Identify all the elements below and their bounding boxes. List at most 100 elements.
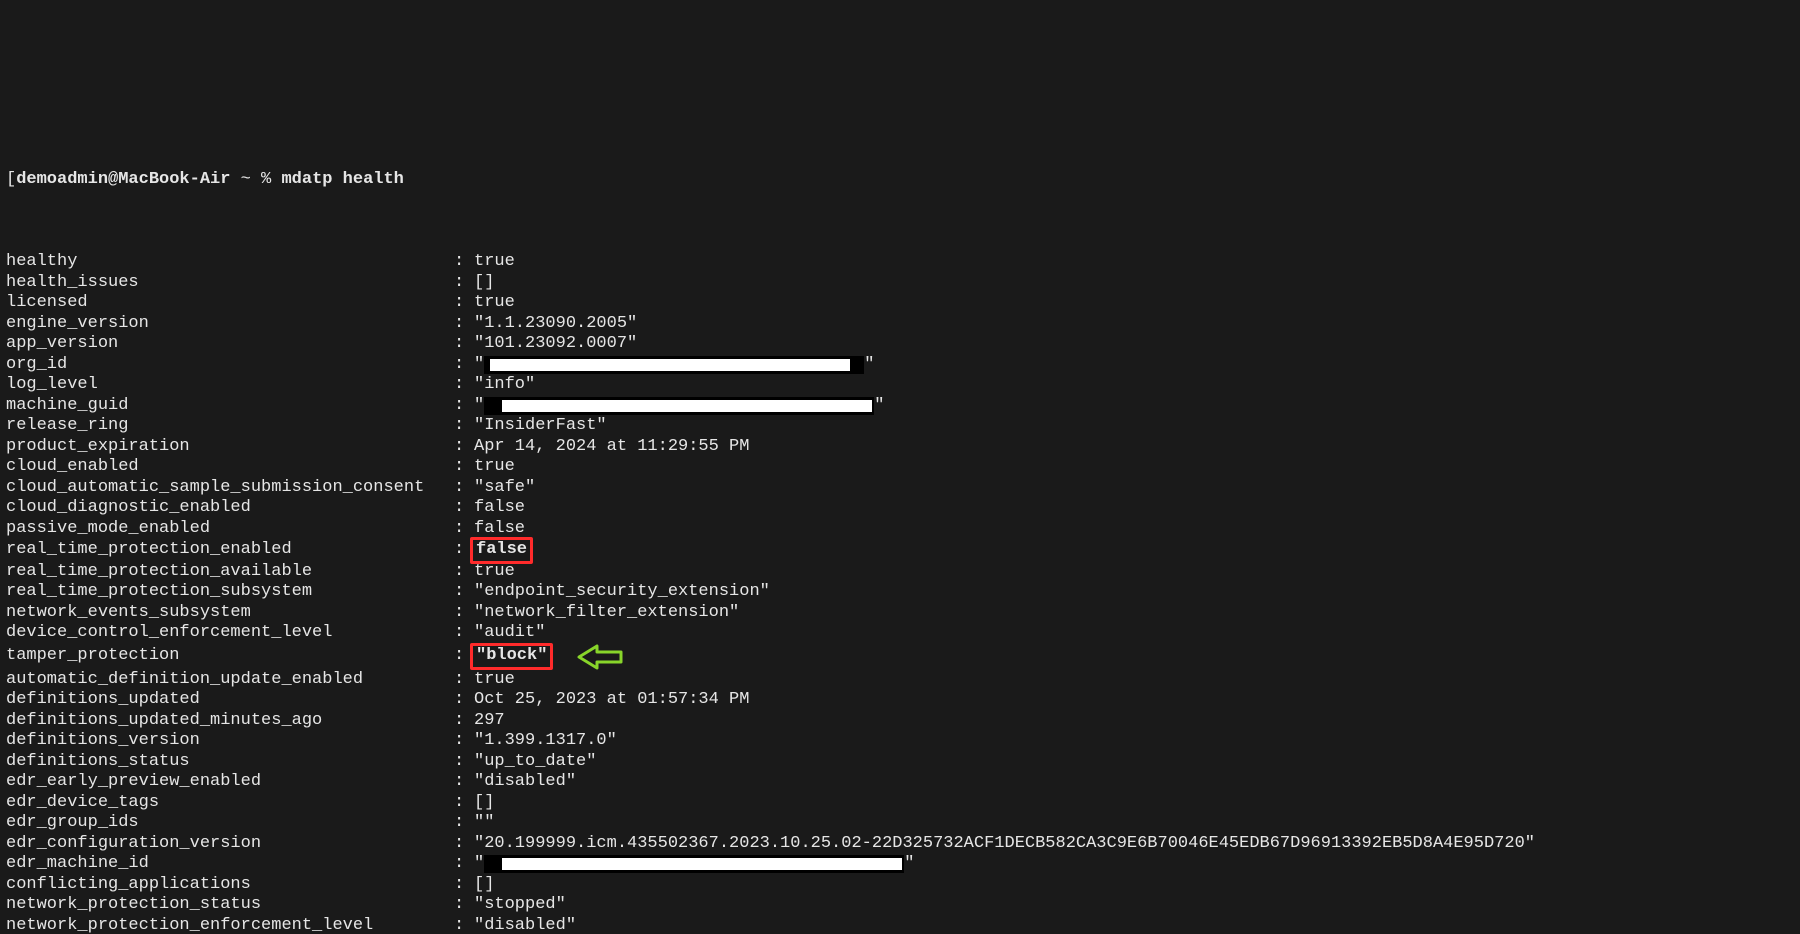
separator: : — [454, 252, 474, 273]
output-key: edr_group_ids — [6, 813, 454, 834]
output-row: org_id: "" — [6, 355, 1794, 376]
output-key: cloud_automatic_sample_submission_consen… — [6, 478, 454, 499]
output-row: tamper_protection: "block" — [6, 644, 1794, 670]
output-row: network_protection_status: "stopped" — [6, 895, 1794, 916]
output-key: definitions_status — [6, 752, 454, 773]
output-key: network_protection_enforcement_level — [6, 916, 454, 934]
output-row: machine_guid: "" — [6, 396, 1794, 417]
output-row: app_version: "101.23092.0007" — [6, 334, 1794, 355]
output-key: real_time_protection_enabled — [6, 540, 454, 561]
output-row: cloud_diagnostic_enabled: false — [6, 498, 1794, 519]
output-key: edr_machine_id — [6, 854, 454, 875]
output-row: automatic_definition_update_enabled: tru… — [6, 670, 1794, 691]
output-row: edr_configuration_version: "20.199999.ic… — [6, 834, 1794, 855]
output-rows: healthy: truehealth_issues: []licensed: … — [6, 252, 1794, 934]
output-key: release_ring — [6, 416, 454, 437]
output-value: true — [474, 252, 515, 273]
output-row: device_control_enforcement_level: "audit… — [6, 623, 1794, 644]
output-row: healthy: true — [6, 252, 1794, 273]
output-key: app_version — [6, 334, 454, 355]
quote-open: " — [474, 396, 484, 417]
output-value: Oct 25, 2023 at 01:57:34 PM — [474, 690, 749, 711]
separator: : — [454, 711, 474, 732]
output-key: tamper_protection — [6, 646, 454, 667]
redacted-bar — [502, 400, 872, 412]
output-row: passive_mode_enabled: false — [6, 519, 1794, 540]
output-value: "network_filter_extension" — [474, 603, 739, 624]
quote-open: " — [474, 355, 484, 376]
output-value: "endpoint_security_extension" — [474, 582, 770, 603]
output-value: [] — [474, 793, 494, 814]
output-key: machine_guid — [6, 396, 454, 417]
command-line: [demoadmin@MacBook-Air ~ % mdatp health — [6, 170, 1794, 191]
output-row: edr_group_ids: "" — [6, 813, 1794, 834]
output-row: health_issues: [] — [6, 273, 1794, 294]
output-row: definitions_updated_minutes_ago: 297 — [6, 711, 1794, 732]
output-row: edr_early_preview_enabled: "disabled" — [6, 772, 1794, 793]
separator: : — [454, 582, 474, 603]
separator: : — [454, 562, 474, 583]
output-key: definitions_version — [6, 731, 454, 752]
output-key: engine_version — [6, 314, 454, 335]
output-value: "info" — [474, 375, 535, 396]
output-value: true — [474, 670, 515, 691]
output-row: log_level: "info" — [6, 375, 1794, 396]
separator: : — [454, 772, 474, 793]
separator: : — [454, 875, 474, 896]
output-row: engine_version: "1.1.23090.2005" — [6, 314, 1794, 335]
output-key: definitions_updated_minutes_ago — [6, 711, 454, 732]
output-key: product_expiration — [6, 437, 454, 458]
output-value: "" — [474, 854, 914, 875]
quote-open: " — [474, 854, 484, 875]
output-key: conflicting_applications — [6, 875, 454, 896]
separator: : — [454, 457, 474, 478]
highlight-box: "block" — [470, 643, 553, 670]
separator: : — [454, 752, 474, 773]
output-value: false — [474, 519, 525, 540]
prompt-bracket: [ — [6, 170, 16, 191]
separator: : — [454, 690, 474, 711]
output-row: edr_device_tags: [] — [6, 793, 1794, 814]
separator: : — [454, 396, 474, 417]
output-row: definitions_updated: Oct 25, 2023 at 01:… — [6, 690, 1794, 711]
prompt-suffix: ~ % — [230, 170, 281, 191]
output-key: definitions_updated — [6, 690, 454, 711]
output-value: true — [474, 457, 515, 478]
quote-close: " — [864, 355, 874, 376]
output-value: "block" — [474, 644, 623, 670]
separator: : — [454, 603, 474, 624]
output-key: edr_early_preview_enabled — [6, 772, 454, 793]
output-key: log_level — [6, 375, 454, 396]
redaction-wrapper — [484, 855, 904, 873]
redacted-bar — [490, 359, 850, 371]
redaction-wrapper — [484, 356, 864, 374]
output-value: "up_to_date" — [474, 752, 596, 773]
separator: : — [454, 895, 474, 916]
output-key: org_id — [6, 355, 454, 376]
separator: : — [454, 334, 474, 355]
output-row: product_expiration: Apr 14, 2024 at 11:2… — [6, 437, 1794, 458]
separator: : — [454, 437, 474, 458]
separator: : — [454, 314, 474, 335]
output-key: edr_device_tags — [6, 793, 454, 814]
output-value: "20.199999.icm.435502367.2023.10.25.02-2… — [474, 834, 1535, 855]
separator: : — [454, 273, 474, 294]
output-row: real_time_protection_enabled: false — [6, 539, 1794, 562]
separator: : — [454, 854, 474, 875]
output-key: licensed — [6, 293, 454, 314]
terminal-window[interactable]: [demoadmin@MacBook-Air ~ % mdatp health … — [0, 103, 1800, 934]
output-value: "audit" — [474, 623, 545, 644]
output-value: [] — [474, 875, 494, 896]
separator: : — [454, 623, 474, 644]
output-value: "" — [474, 813, 494, 834]
output-value: "1.399.1317.0" — [474, 731, 617, 752]
output-row: network_protection_enforcement_level: "d… — [6, 916, 1794, 934]
separator: : — [454, 293, 474, 314]
separator: : — [454, 916, 474, 934]
output-key: network_protection_status — [6, 895, 454, 916]
output-row: real_time_protection_subsystem: "endpoin… — [6, 582, 1794, 603]
output-key: real_time_protection_available — [6, 562, 454, 583]
output-value: true — [474, 293, 515, 314]
output-key: edr_configuration_version — [6, 834, 454, 855]
separator: : — [454, 670, 474, 691]
